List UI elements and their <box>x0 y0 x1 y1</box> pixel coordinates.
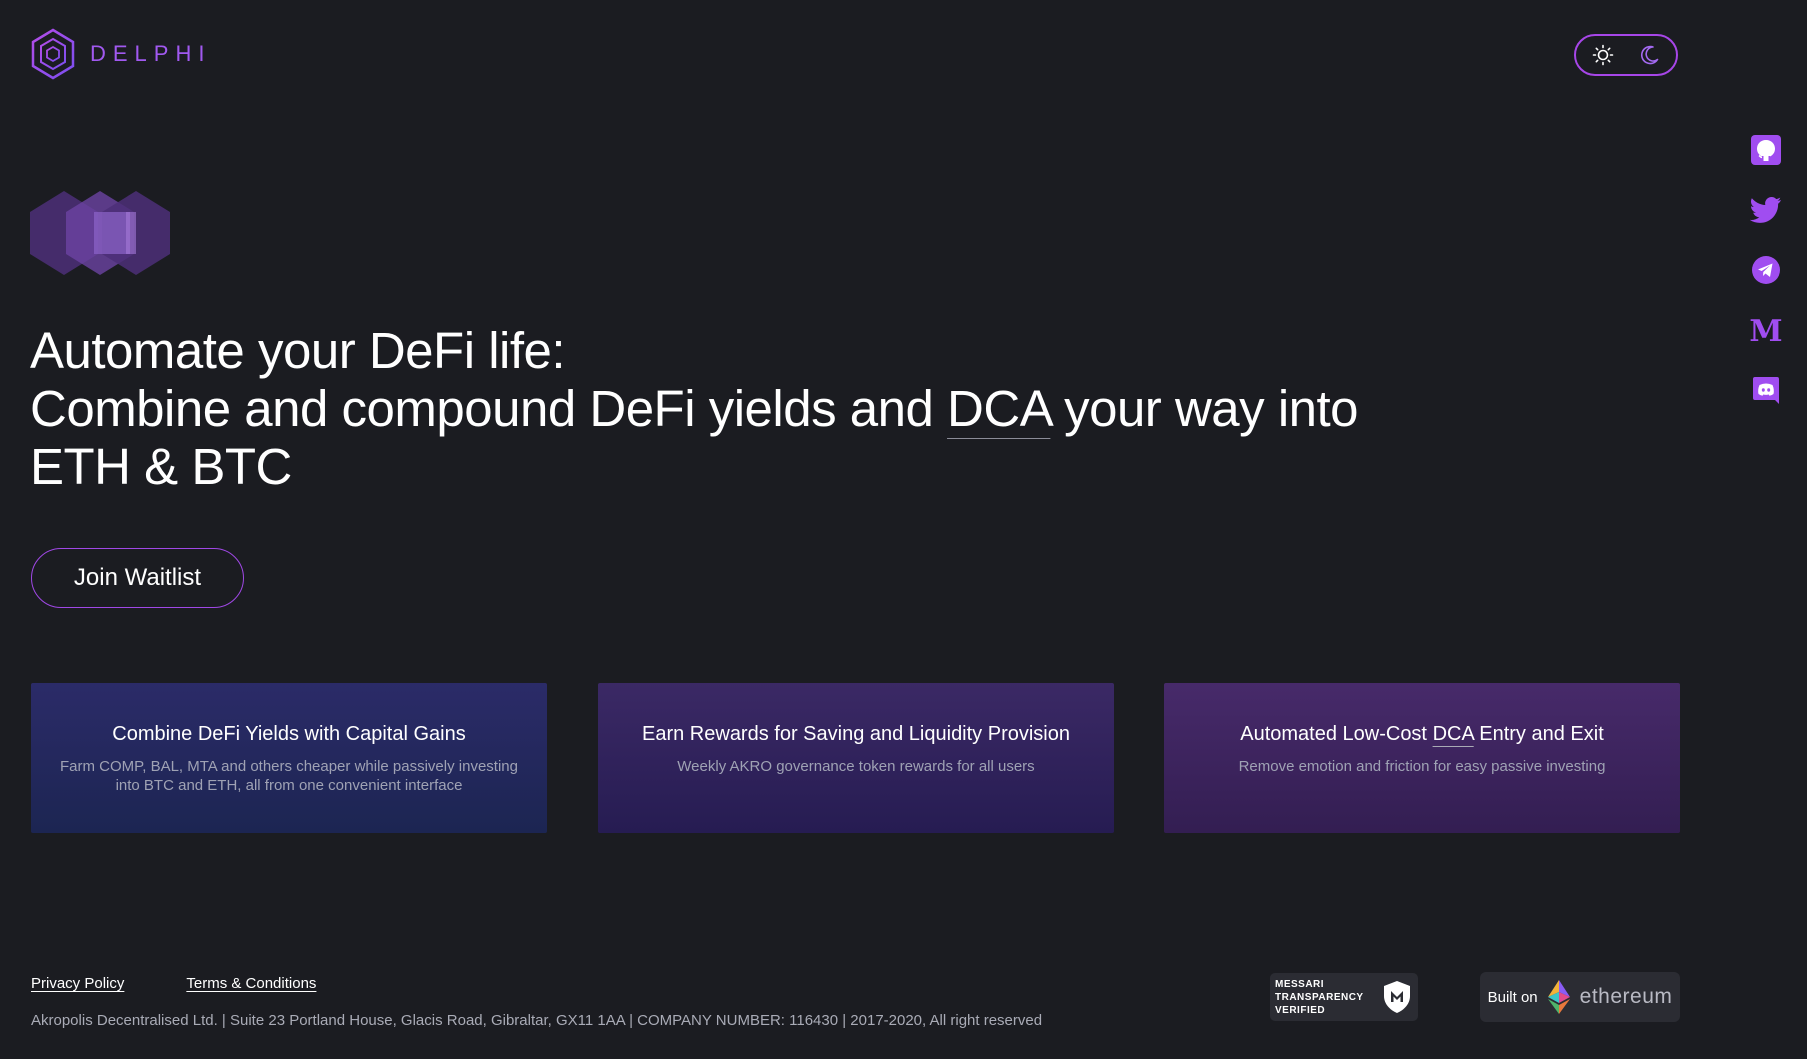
card-title: Earn Rewards for Saving and Liquidity Pr… <box>642 723 1070 745</box>
logo[interactable]: DELPHI <box>30 28 211 80</box>
discord-icon[interactable] <box>1750 374 1782 406</box>
ethereum-icon <box>1547 980 1570 1014</box>
ethereum-wordmark: ethereum <box>1579 985 1673 1008</box>
hero-headline: Automate your DeFi life: Combine and com… <box>30 322 1370 496</box>
theme-toggle[interactable] <box>1574 34 1678 76</box>
dca-term[interactable]: DCA <box>1433 723 1474 745</box>
headline-line-1: Automate your DeFi life: <box>30 322 566 379</box>
card-description: Remove emotion and friction for easy pas… <box>1238 758 1606 775</box>
card-title-start: Automated Low-Cost <box>1240 723 1433 745</box>
copyright-text: Akropolis Decentralised Ltd. | Suite 23 … <box>31 1012 1043 1029</box>
telegram-icon[interactable] <box>1750 254 1782 286</box>
card-title: Combine DeFi Yields with Capital Gains <box>112 723 466 745</box>
messari-line-1: MESSARI <box>1275 978 1325 990</box>
footer-links: Privacy Policy Terms & Conditions <box>31 975 316 992</box>
feature-card-yields: Combine DeFi Yields with Capital Gains F… <box>31 683 547 833</box>
card-description: Weekly AKRO governance token rewards for… <box>677 758 1035 775</box>
messari-line-3: VERIFIED <box>1275 1004 1326 1016</box>
hexagon-logo-icon <box>31 28 75 80</box>
brand-name: DELPHI <box>90 41 212 66</box>
dca-term[interactable]: DCA <box>947 380 1051 437</box>
terms-link[interactable]: Terms & Conditions <box>186 975 316 992</box>
built-on-ethereum-badge[interactable]: Built on ethereum <box>1480 972 1680 1022</box>
shield-icon <box>1384 981 1410 1013</box>
moon-icon[interactable] <box>1638 44 1660 66</box>
medium-icon[interactable]: M <box>1750 314 1782 346</box>
join-waitlist-button[interactable]: Join Waitlist <box>31 548 244 608</box>
twitter-icon[interactable] <box>1750 194 1782 226</box>
github-icon[interactable] <box>1750 134 1782 166</box>
card-title: Automated Low-Cost DCA Entry and Exit <box>1186 723 1658 746</box>
hero-hexagons-illustration <box>30 190 174 281</box>
card-title-end: Entry and Exit <box>1473 723 1604 745</box>
headline-line-3: ETH & BTC <box>30 438 292 495</box>
social-links: M <box>1750 134 1782 406</box>
feature-card-dca: Automated Low-Cost DCA Entry and Exit Re… <box>1164 683 1680 833</box>
card-description: Farm COMP, BAL, MTA and others cheaper w… <box>60 758 518 794</box>
feature-card-rewards: Earn Rewards for Saving and Liquidity Pr… <box>598 683 1114 833</box>
messari-line-2: TRANSPARENCY <box>1275 991 1364 1003</box>
built-on-label: Built on <box>1487 988 1538 1006</box>
messari-badge[interactable]: MESSARI TRANSPARENCY VERIFIED <box>1270 973 1418 1021</box>
headline-line-2-end: your way into <box>1050 380 1359 437</box>
headline-line-2-start: Combine and compound DeFi yields and <box>30 380 948 437</box>
svg-text:M: M <box>1750 316 1782 344</box>
messari-label: MESSARI TRANSPARENCY VERIFIED <box>1275 978 1364 1017</box>
sun-icon[interactable] <box>1592 44 1614 66</box>
privacy-policy-link[interactable]: Privacy Policy <box>31 975 124 992</box>
